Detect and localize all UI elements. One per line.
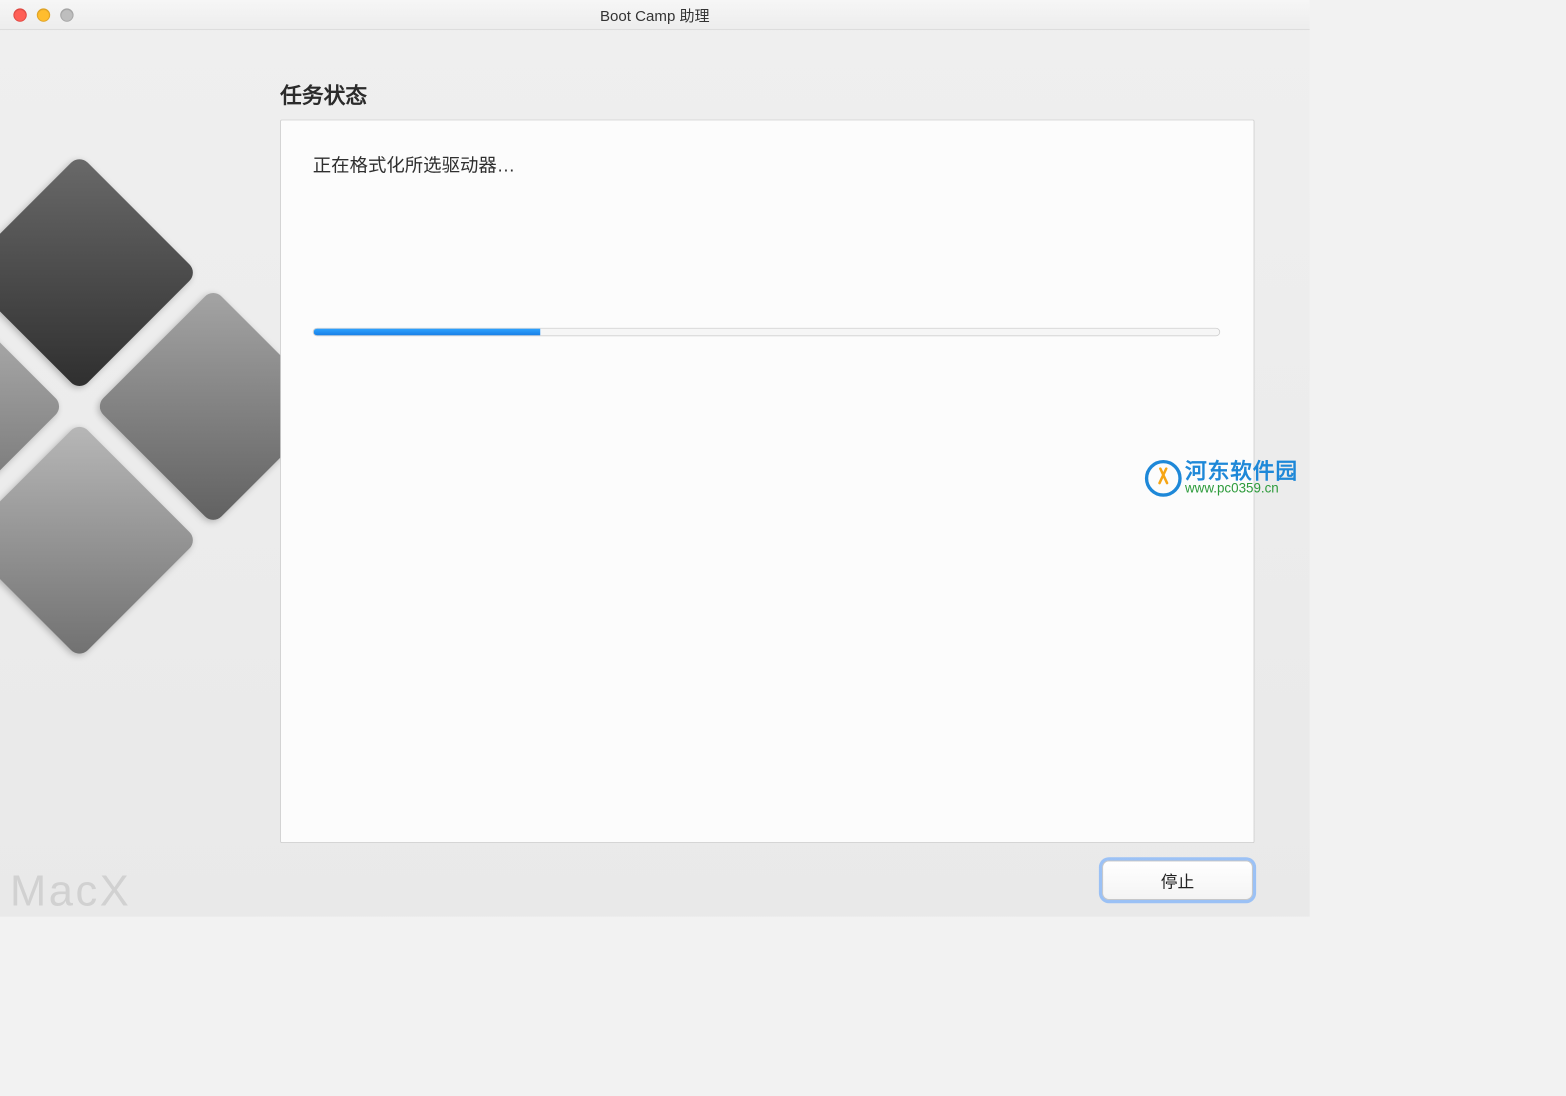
status-message: 正在格式化所选驱动器… [313,151,1222,178]
titlebar: Boot Camp 助理 [0,0,1310,30]
logo-diamond-bottom [0,422,198,659]
minimize-icon[interactable] [37,8,50,21]
window-body: 任务状态 正在格式化所选驱动器… 河东软件园 www.pc0359.cn 停止 … [0,30,1310,916]
content-area: 任务状态 正在格式化所选驱动器… [280,79,1267,843]
status-panel: 正在格式化所选驱动器… [280,120,1254,843]
progress-bar [313,328,1220,336]
bootcamp-logo [0,331,272,716]
footer: 停止 [1102,861,1253,900]
progress-fill [314,329,540,336]
window-controls [13,8,73,21]
stop-button[interactable]: 停止 [1102,861,1253,900]
window-title: Boot Camp 助理 [0,4,1310,26]
page-title: 任务状态 [280,79,1267,110]
logo-diamond-left [0,288,64,525]
logo-diamond-top [0,154,198,391]
close-icon[interactable] [13,8,26,21]
corner-watermark: MacX [10,866,131,916]
maximize-icon [60,8,73,21]
